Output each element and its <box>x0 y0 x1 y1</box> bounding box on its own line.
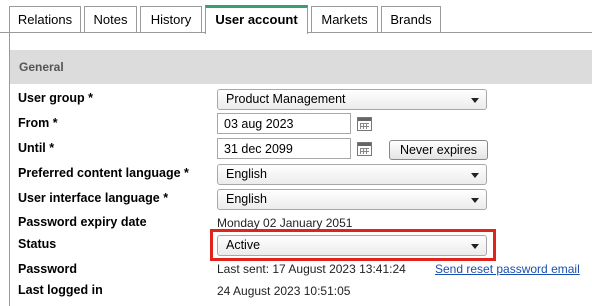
tab-relations[interactable]: Relations <box>9 6 81 33</box>
from-date-input[interactable] <box>217 113 351 134</box>
status-value: Active <box>226 238 261 252</box>
tab-markets[interactable]: Markets <box>311 6 378 33</box>
calendar-icon[interactable] <box>357 117 372 131</box>
tab-brands[interactable]: Brands <box>381 6 441 33</box>
calendar-icon[interactable] <box>357 142 372 156</box>
chevron-down-icon <box>471 98 479 103</box>
user-interface-language-label: User interface language * <box>18 191 169 205</box>
chevron-down-icon <box>471 173 479 178</box>
status-select[interactable]: Active <box>217 235 487 256</box>
last-logged-in-value: 24 August 2023 10:51:05 <box>217 284 351 298</box>
until-date-input[interactable] <box>217 138 351 159</box>
password-expiry-date-label: Password expiry date <box>18 215 147 229</box>
user-group-select[interactable]: Product Management <box>217 89 487 110</box>
user-interface-language-select[interactable]: English <box>217 189 487 210</box>
tab-user-account[interactable]: User account <box>205 5 308 34</box>
send-reset-password-link[interactable]: Send reset password email <box>435 262 580 276</box>
section-header <box>10 50 592 84</box>
password-expiry-date-value: Monday 02 January 2051 <box>217 216 353 230</box>
preferred-content-language-select[interactable]: English <box>217 164 487 185</box>
from-label: From * <box>18 116 58 130</box>
preferred-content-language-label: Preferred content language * <box>18 166 189 180</box>
never-expires-button[interactable]: Never expires <box>389 140 488 160</box>
password-last-sent: Last sent: 17 August 2023 13:41:24 <box>217 262 406 276</box>
chevron-down-icon <box>471 198 479 203</box>
until-label: Until * <box>18 141 55 155</box>
password-label: Password <box>18 262 78 276</box>
last-logged-in-label: Last logged in <box>18 283 103 297</box>
preferred-content-language-value: English <box>226 167 267 181</box>
status-label: Status <box>18 237 57 251</box>
user-group-label: User group * <box>18 91 94 105</box>
section-title: General <box>19 60 64 74</box>
tab-bar: Relations Notes History User account Mar… <box>0 0 592 34</box>
chevron-down-icon <box>471 244 479 249</box>
user-interface-language-value: English <box>226 192 267 206</box>
user-group-value: Product Management <box>226 92 346 106</box>
tab-history[interactable]: History <box>140 6 202 33</box>
tab-notes[interactable]: Notes <box>84 6 137 33</box>
